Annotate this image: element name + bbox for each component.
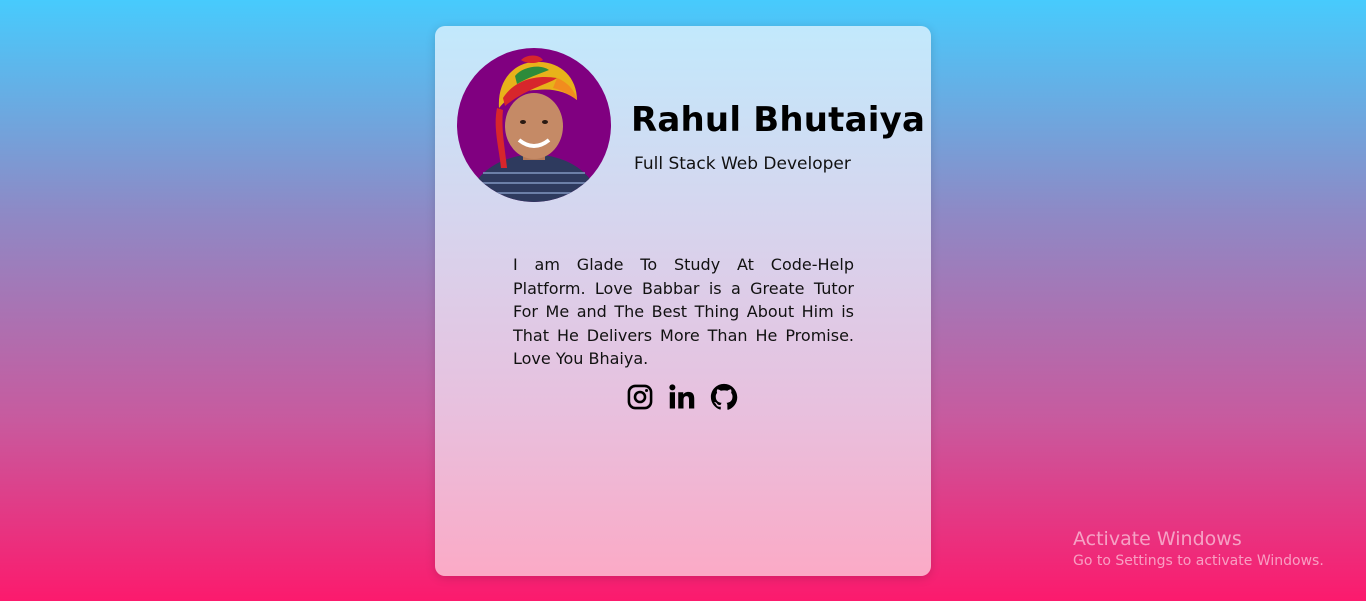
profile-bio: I am Glade To Study At Code-Help Platfor… [513, 255, 854, 368]
avatar-photo [467, 55, 601, 202]
github-icon [710, 383, 738, 410]
linkedin-icon [669, 384, 695, 409]
linkedin-link[interactable] [667, 382, 697, 412]
profile-card: Rahul Bhutaiya Full Stack Web Developer … [435, 26, 931, 576]
social-links [625, 382, 739, 412]
profile-name: Rahul Bhutaiya [631, 100, 926, 140]
watermark-title: Activate Windows [1073, 528, 1242, 550]
avatar [457, 48, 611, 202]
instagram-icon [627, 384, 653, 410]
watermark-subtitle: Go to Settings to activate Windows. [1073, 553, 1324, 569]
activate-windows-watermark: Activate Windows Go to Settings to activ… [1073, 527, 1324, 571]
github-link[interactable] [709, 382, 739, 412]
profile-role: Full Stack Web Developer [634, 154, 851, 174]
instagram-link[interactable] [625, 382, 655, 412]
